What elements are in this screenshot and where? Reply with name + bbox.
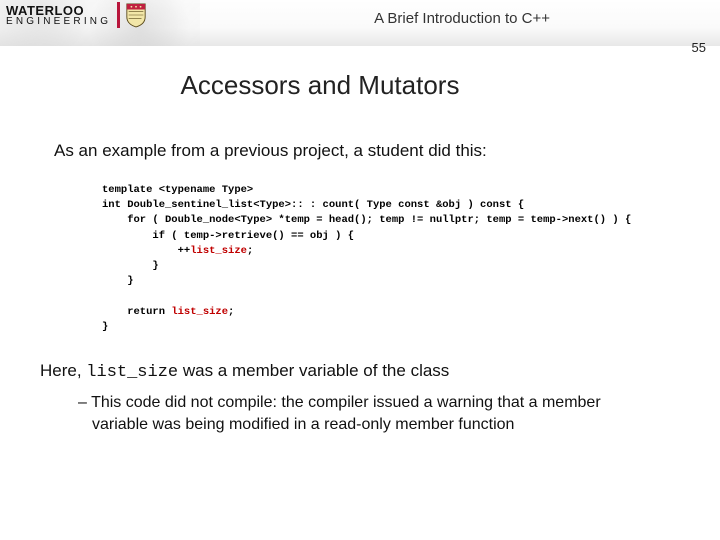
code-line: ; (228, 306, 234, 318)
logo-wordmark-bottom: ENGINEERING (6, 17, 111, 27)
logo-text: WATERLOO ENGINEERING (6, 4, 111, 27)
code-line: if ( temp->retrieve() == obj ) { (102, 230, 354, 242)
page-number: 55 (692, 40, 706, 55)
code-line: for ( Double_node<Type> *temp = head(); … (102, 214, 631, 226)
slide-header: WATERLOO ENGINEERING A Brief Introductio… (0, 0, 720, 46)
code-error-token: list_size (171, 306, 228, 318)
bullet-item: This code did not compile: the compiler … (78, 392, 658, 435)
code-line: return (102, 306, 171, 318)
code-line: } (102, 321, 108, 333)
intro-text: As an example from a previous project, a… (54, 141, 692, 161)
code-line: } (102, 260, 159, 272)
code-line: ; (247, 245, 253, 257)
outro-part: Here, (40, 361, 86, 380)
outro-code-token: list_size (86, 363, 178, 382)
code-line: int Double_sentinel_list<Type>:: : count… (102, 199, 524, 211)
code-error-token: list_size (190, 245, 247, 257)
code-example: template <typename Type> int Double_sent… (102, 183, 692, 335)
crest-icon (125, 2, 147, 28)
logo-wordmark-top: WATERLOO (6, 4, 111, 17)
outro-part: was a member variable of the class (178, 361, 449, 380)
code-line: ++ (102, 245, 190, 257)
outro-text: Here, list_size was a member variable of… (40, 361, 692, 382)
slide-title: Accessors and Mutators (0, 70, 720, 101)
code-line: template <typename Type> (102, 184, 253, 196)
logo-divider-bar (117, 2, 120, 28)
document-title: A Brief Introduction to C++ (374, 10, 550, 27)
waterloo-logo: WATERLOO ENGINEERING (6, 2, 147, 28)
slide-content: As an example from a previous project, a… (0, 101, 720, 435)
code-line: } (102, 275, 134, 287)
